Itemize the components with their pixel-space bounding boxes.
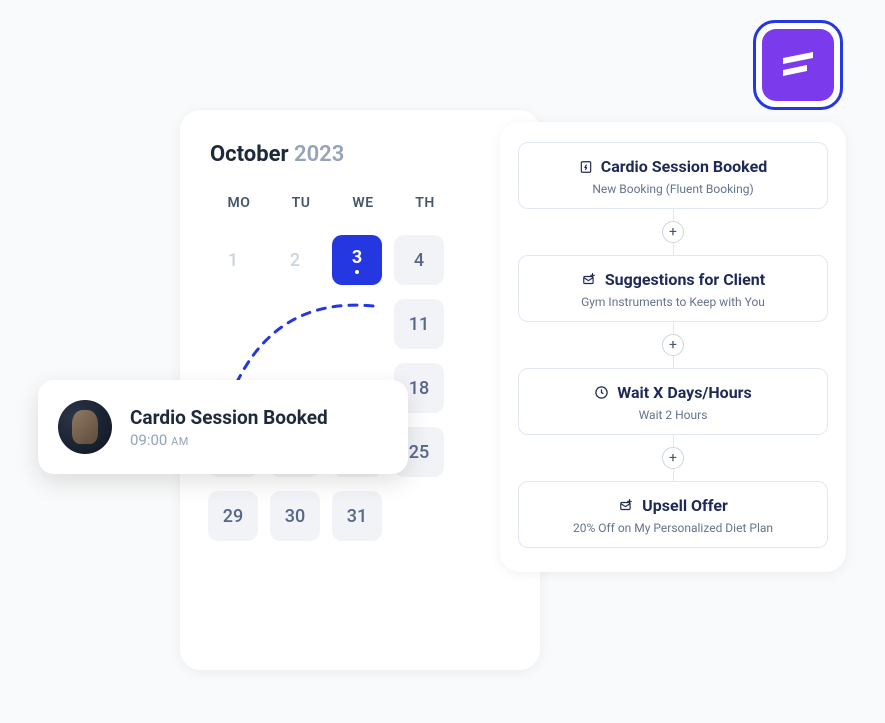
day-number: 25 (409, 442, 429, 463)
weekday-th: TH (394, 195, 456, 211)
workflow-step-title-text: Cardio Session Booked (601, 157, 767, 176)
app-logo (762, 29, 834, 101)
mail-icon (618, 499, 634, 513)
day-number: 29 (223, 506, 243, 527)
add-step-button[interactable]: + (662, 447, 684, 469)
day-spacer (332, 299, 382, 349)
workflow-connector: + (518, 209, 828, 255)
weekday-mo: MO (208, 195, 270, 211)
workflow-step[interactable]: Suggestions for Client Gym Instruments to… (518, 255, 828, 322)
add-step-button[interactable]: + (662, 334, 684, 356)
connector-line (673, 356, 674, 368)
workflow-step-title-text: Upsell Offer (642, 496, 728, 515)
calendar-month: October (210, 142, 289, 167)
day-spacer (208, 299, 258, 349)
day-number: 31 (347, 506, 367, 527)
avatar (58, 400, 112, 454)
workflow-step-sub: Wait 2 Hours (535, 408, 811, 422)
event-time-value: 09:00 (130, 431, 167, 449)
event-dot-icon (355, 270, 359, 274)
workflow-step-title: Wait X Days/Hours (535, 383, 811, 402)
connector-line (673, 435, 674, 447)
connector-line (673, 469, 674, 481)
workflow-step-title-text: Suggestions for Client (605, 270, 765, 289)
day-number: 18 (409, 378, 429, 399)
day-cell-selected[interactable]: 3 (332, 235, 382, 285)
week-row: 11 (204, 299, 516, 349)
day-cell[interactable]: 31 (332, 491, 382, 541)
day-number: 11 (409, 314, 429, 335)
day-cell[interactable]: 4 (394, 235, 444, 285)
clock-icon (594, 385, 609, 400)
connector-line (673, 209, 674, 221)
workflow-card: Cardio Session Booked New Booking (Fluent… (500, 122, 846, 572)
workflow-step-title: Suggestions for Client (535, 270, 811, 289)
day-cell[interactable]: 29 (208, 491, 258, 541)
logo-icon (777, 44, 819, 86)
app-badge (753, 20, 843, 110)
workflow-step-sub: Gym Instruments to Keep with You (535, 295, 811, 309)
event-title: Cardio Session Booked (130, 406, 328, 429)
workflow-step-sub: 20% Off on My Personalized Diet Plan (535, 521, 811, 535)
workflow-step-title-text: Wait X Days/Hours (617, 383, 751, 402)
day-cell[interactable]: 11 (394, 299, 444, 349)
day-number: 2 (290, 250, 300, 271)
add-step-button[interactable]: + (662, 221, 684, 243)
workflow-step[interactable]: Cardio Session Booked New Booking (Fluent… (518, 142, 828, 209)
day-spacer (394, 491, 444, 541)
day-cell[interactable]: 1 (208, 235, 258, 285)
event-body: Cardio Session Booked 09:00 AM (130, 406, 328, 449)
bolt-icon (579, 160, 593, 174)
connector-line (673, 322, 674, 334)
workflow-step-sub: New Booking (Fluent Booking) (535, 182, 811, 196)
weekday-row: MO TU WE TH (204, 195, 516, 211)
day-number: 30 (285, 506, 305, 527)
day-spacer (270, 299, 320, 349)
workflow-step[interactable]: Wait X Days/Hours Wait 2 Hours (518, 368, 828, 435)
event-card[interactable]: Cardio Session Booked 09:00 AM (38, 380, 408, 474)
weekday-we: WE (332, 195, 394, 211)
event-time-ampm: AM (171, 435, 189, 448)
week-row: 1 2 3 4 (204, 235, 516, 285)
day-cell[interactable]: 30 (270, 491, 320, 541)
weekday-tu: TU (270, 195, 332, 211)
calendar-year: 2023 (294, 142, 344, 167)
day-number: 1 (228, 250, 238, 271)
day-number: 3 (352, 247, 362, 268)
workflow-step[interactable]: Upsell Offer 20% Off on My Personalized D… (518, 481, 828, 548)
workflow-connector: + (518, 435, 828, 481)
mail-icon (581, 273, 597, 287)
day-number: 4 (414, 250, 424, 271)
workflow-connector: + (518, 322, 828, 368)
week-row: 29 30 31 (204, 491, 516, 541)
day-cell[interactable]: 2 (270, 235, 320, 285)
workflow-step-title: Cardio Session Booked (535, 157, 811, 176)
workflow-step-title: Upsell Offer (535, 496, 811, 515)
calendar-title: October 2023 (210, 142, 516, 167)
connector-line (673, 243, 674, 255)
event-time: 09:00 AM (130, 431, 328, 449)
